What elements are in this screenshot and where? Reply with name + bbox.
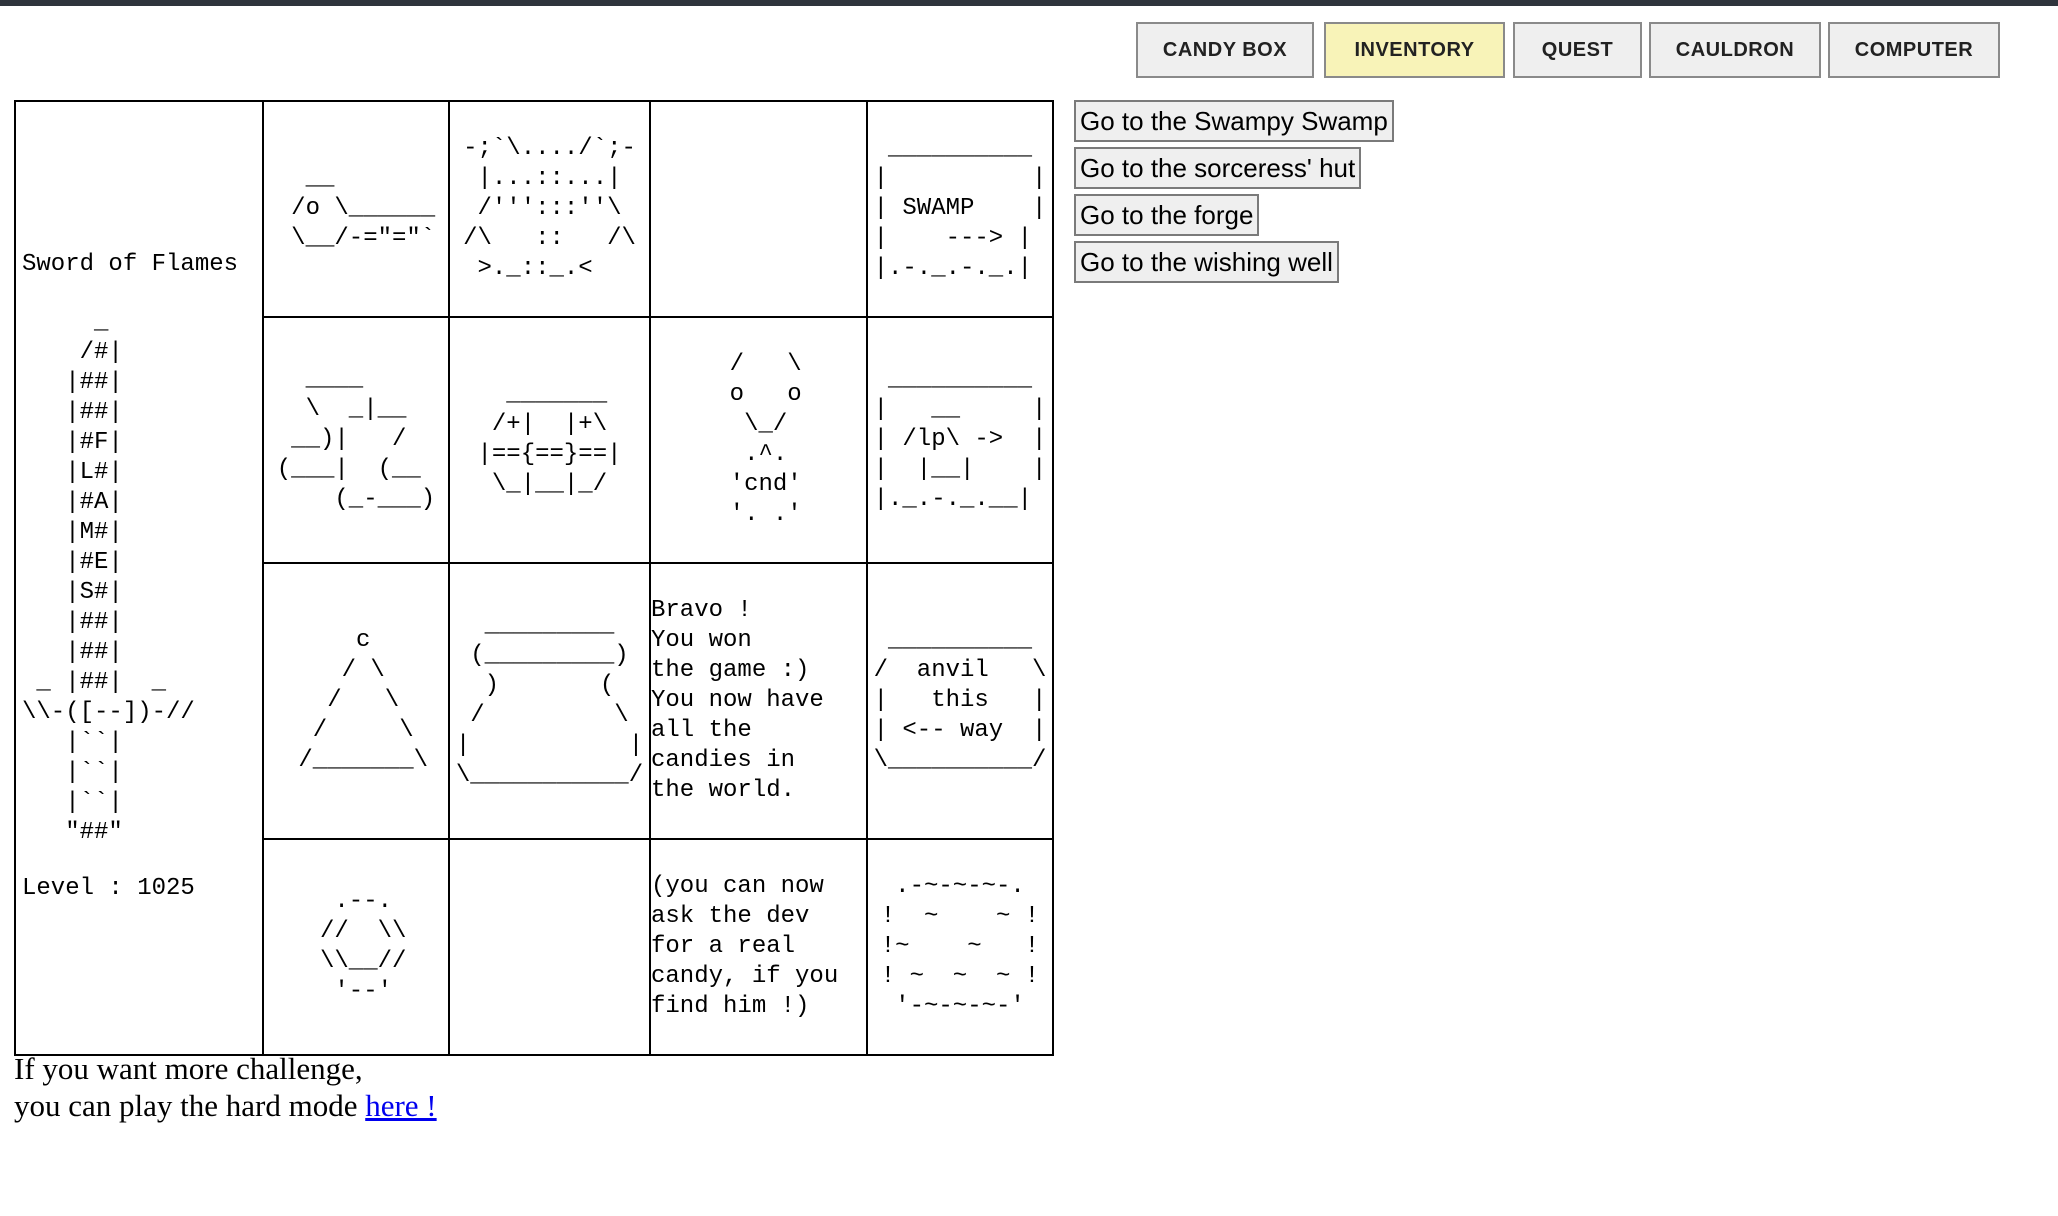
dev-message: (you can now ask the dev for a real cand… bbox=[649, 838, 868, 1056]
map-sorceress-hut: __________ | __ | | /lp\ -> | | |__| | |… bbox=[866, 316, 1054, 564]
inventory-item-boots: ____ \ _|__ __)| / (___| (__ (_-___) bbox=[262, 316, 450, 564]
level-indicator: Level : 1025 bbox=[22, 875, 195, 902]
challenge-line: If you want more challenge, bbox=[14, 1051, 363, 1086]
won-message: Bravo ! You won the game :) You now have… bbox=[649, 562, 868, 840]
map-swamp: __________ | | | SWAMP | | ---> | |.-._.… bbox=[866, 100, 1054, 318]
map-anvil: __________ / anvil \ | this | | <-- way … bbox=[866, 562, 1054, 840]
go-wishing-well-button[interactable]: Go to the wishing well bbox=[1074, 241, 1339, 283]
sword-cell: Sword of Flames _ /#| |##| |##| |#F| |L#… bbox=[14, 100, 264, 1056]
inventory-item-key: __ /o \______ \__/-="="` bbox=[262, 100, 450, 318]
inventory-item-triangle: c / \ / \ / \ /_______\ bbox=[262, 562, 450, 840]
inventory-item-empty bbox=[448, 838, 651, 1056]
go-swampy-swamp-button[interactable]: Go to the Swampy Swamp bbox=[1074, 100, 1394, 142]
tab-quest[interactable]: QUEST bbox=[1513, 22, 1642, 78]
map-wishing-well: .-~-~-~-. ! ~ ~ ! !~ ~ ! ! ~ ~ ~ ! '-~-~… bbox=[866, 838, 1054, 1056]
go-forge-button[interactable]: Go to the forge bbox=[1074, 194, 1260, 236]
inventory-item-chest: _______ /+| |+\ |=={==}==| \_|__|_/ bbox=[448, 316, 651, 564]
top-bar bbox=[0, 0, 2058, 6]
sword-name: Sword of Flames bbox=[22, 251, 239, 278]
inventory-table: Sword of Flames _ /#| |##| |##| |#F| |L#… bbox=[14, 100, 1054, 1056]
hard-mode-notice: If you want more challenge, you can play… bbox=[14, 1050, 437, 1124]
inventory-item-empty bbox=[649, 100, 868, 318]
tab-candy-box[interactable]: CANDY BOX bbox=[1136, 22, 1314, 78]
inventory-item-hat: -;`\..../`;- |...::...| /''':::''\ /\ ::… bbox=[448, 100, 651, 318]
inventory-item-pot: _________ (_________) ) ( / \ | | \_____… bbox=[448, 562, 651, 840]
inventory-item-pendant: / \ o o \_/ .^. 'cnd' '. .' bbox=[649, 316, 868, 564]
tab-cauldron[interactable]: CAULDRON bbox=[1649, 22, 1821, 78]
tab-computer[interactable]: COMPUTER bbox=[1828, 22, 2000, 78]
sword-art: _ /#| |##| |##| |#F| |L#| |#A| |M#| |#E|… bbox=[22, 309, 195, 846]
inventory-item-ring: .--. // \\ \\__// '--' bbox=[262, 838, 450, 1056]
hard-mode-link[interactable]: here ! bbox=[365, 1088, 436, 1123]
tab-inventory[interactable]: INVENTORY bbox=[1324, 22, 1505, 78]
go-sorceress-hut-button[interactable]: Go to the sorceress' hut bbox=[1074, 147, 1362, 189]
hard-mode-line: you can play the hard mode here ! bbox=[14, 1088, 437, 1123]
